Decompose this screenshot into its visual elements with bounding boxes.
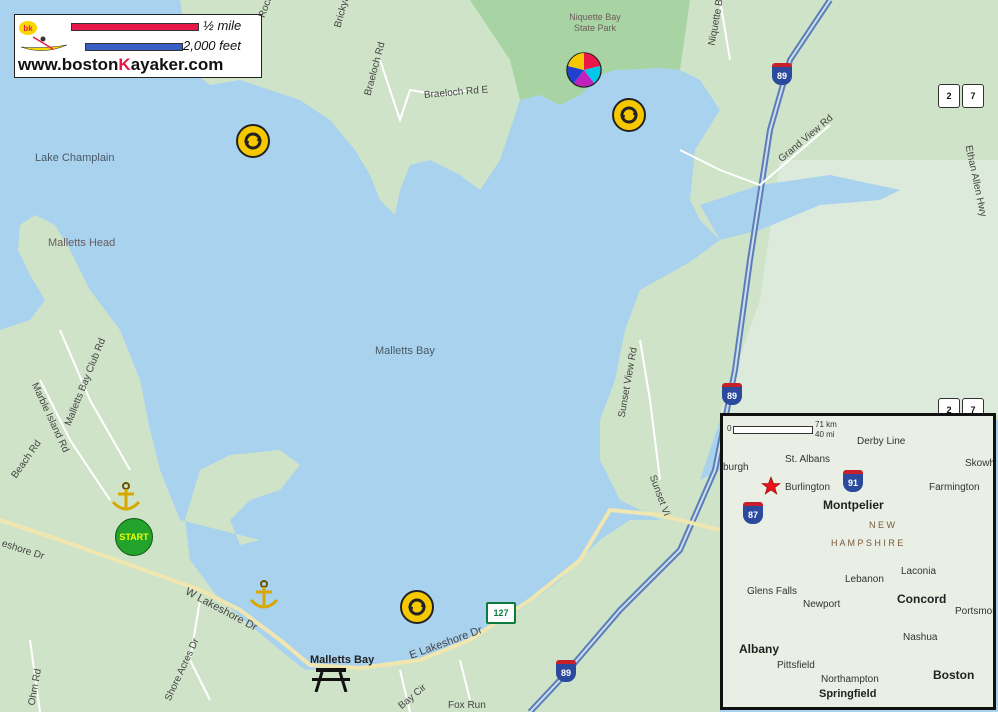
beach-ball-icon[interactable] [566, 52, 602, 93]
scale-bar-mile [71, 23, 199, 31]
scale-bar-feet [85, 43, 183, 51]
inset-scale-km: 71 km [815, 420, 837, 429]
turnaround-marker-icon[interactable] [400, 590, 434, 624]
url-part-b: K [118, 55, 131, 74]
inset-hampshire: H A M P S H I R E [831, 538, 904, 548]
label-niquette-park: Niquette Bay State Park [569, 12, 621, 33]
vt127-shield: 127 [486, 602, 516, 624]
inset-boston: Boston [933, 668, 975, 682]
website-url[interactable]: www.bostonKayaker.com [18, 55, 223, 75]
inset-scale-mi: 40 mi [815, 430, 835, 439]
picnic-table-icon[interactable] [312, 666, 350, 697]
inset-i91-shield: 91 [843, 470, 863, 492]
anchor-icon[interactable] [108, 480, 144, 521]
us2-shield-top: 2 [938, 84, 960, 108]
inset-montpelier: Montpelier [823, 498, 884, 512]
anchor-icon[interactable] [246, 578, 282, 619]
inset-albany: Albany [739, 642, 780, 656]
inset-newport: Newport [803, 599, 841, 610]
inset-skowhegan: Skowhe [965, 458, 996, 469]
url-part-c: ayaker.com [130, 55, 224, 74]
location-star-icon [761, 476, 781, 495]
label-malletts-bay: Malletts Bay [375, 345, 435, 357]
inset-burlington: Burlington [785, 482, 831, 493]
start-marker[interactable]: START [115, 518, 153, 556]
start-label: START [119, 532, 149, 542]
badge-text: bk [23, 23, 33, 33]
inset-new: N E W [869, 520, 895, 530]
inset-scale-zero: 0 [727, 424, 732, 433]
us7-shield-top: 7 [962, 84, 984, 108]
inset-locator-map: 0 71 km 40 mi Derby Line St. Albans burg… [720, 413, 996, 710]
url-part-a: www.boston [18, 55, 119, 74]
kayaker-badge-icon: bk [19, 21, 37, 35]
inset-st-albans: St. Albans [785, 454, 831, 465]
logo-scale-box: bk ½ mile 2,000 feet www.bostonKayaker.c… [14, 14, 262, 78]
inset-nashua: Nashua [903, 632, 938, 643]
turnaround-marker-icon[interactable] [236, 124, 270, 158]
inset-laconia: Laconia [901, 566, 937, 577]
inset-derby-line: Derby Line [857, 436, 906, 447]
scale-feet-label: 2,000 feet [183, 38, 241, 53]
inset-plattsburgh: burgh [723, 462, 749, 473]
inset-farmington: Farmington [929, 482, 980, 493]
inset-i87-shield: 87 [743, 502, 763, 524]
scale-mile-label: ½ mile [203, 18, 242, 33]
i89-shield-top: 89 [772, 63, 792, 85]
inset-scale-bar [733, 426, 813, 434]
inset-northampton: Northampton [821, 674, 879, 685]
inset-concord: Concord [897, 592, 947, 606]
label-lake-champlain: Lake Champlain [35, 152, 115, 164]
inset-springfield: Springfield [819, 688, 877, 700]
label-malletts-head: Malletts Head [48, 237, 116, 249]
label-fox-run: Fox Run [448, 700, 486, 711]
i89-shield-mid: 89 [722, 383, 742, 405]
turnaround-marker-icon[interactable] [612, 98, 646, 132]
inset-portsmouth: Portsmou [955, 606, 996, 617]
inset-pittsfield: Pittsfield [777, 660, 815, 671]
kayaker-icon [20, 36, 68, 51]
label-malletts-bay-town: Malletts Bay [310, 654, 375, 666]
i89-shield-bottom: 89 [556, 660, 576, 682]
inset-glens-falls: Glens Falls [747, 586, 798, 597]
inset-lebanon: Lebanon [845, 574, 884, 585]
